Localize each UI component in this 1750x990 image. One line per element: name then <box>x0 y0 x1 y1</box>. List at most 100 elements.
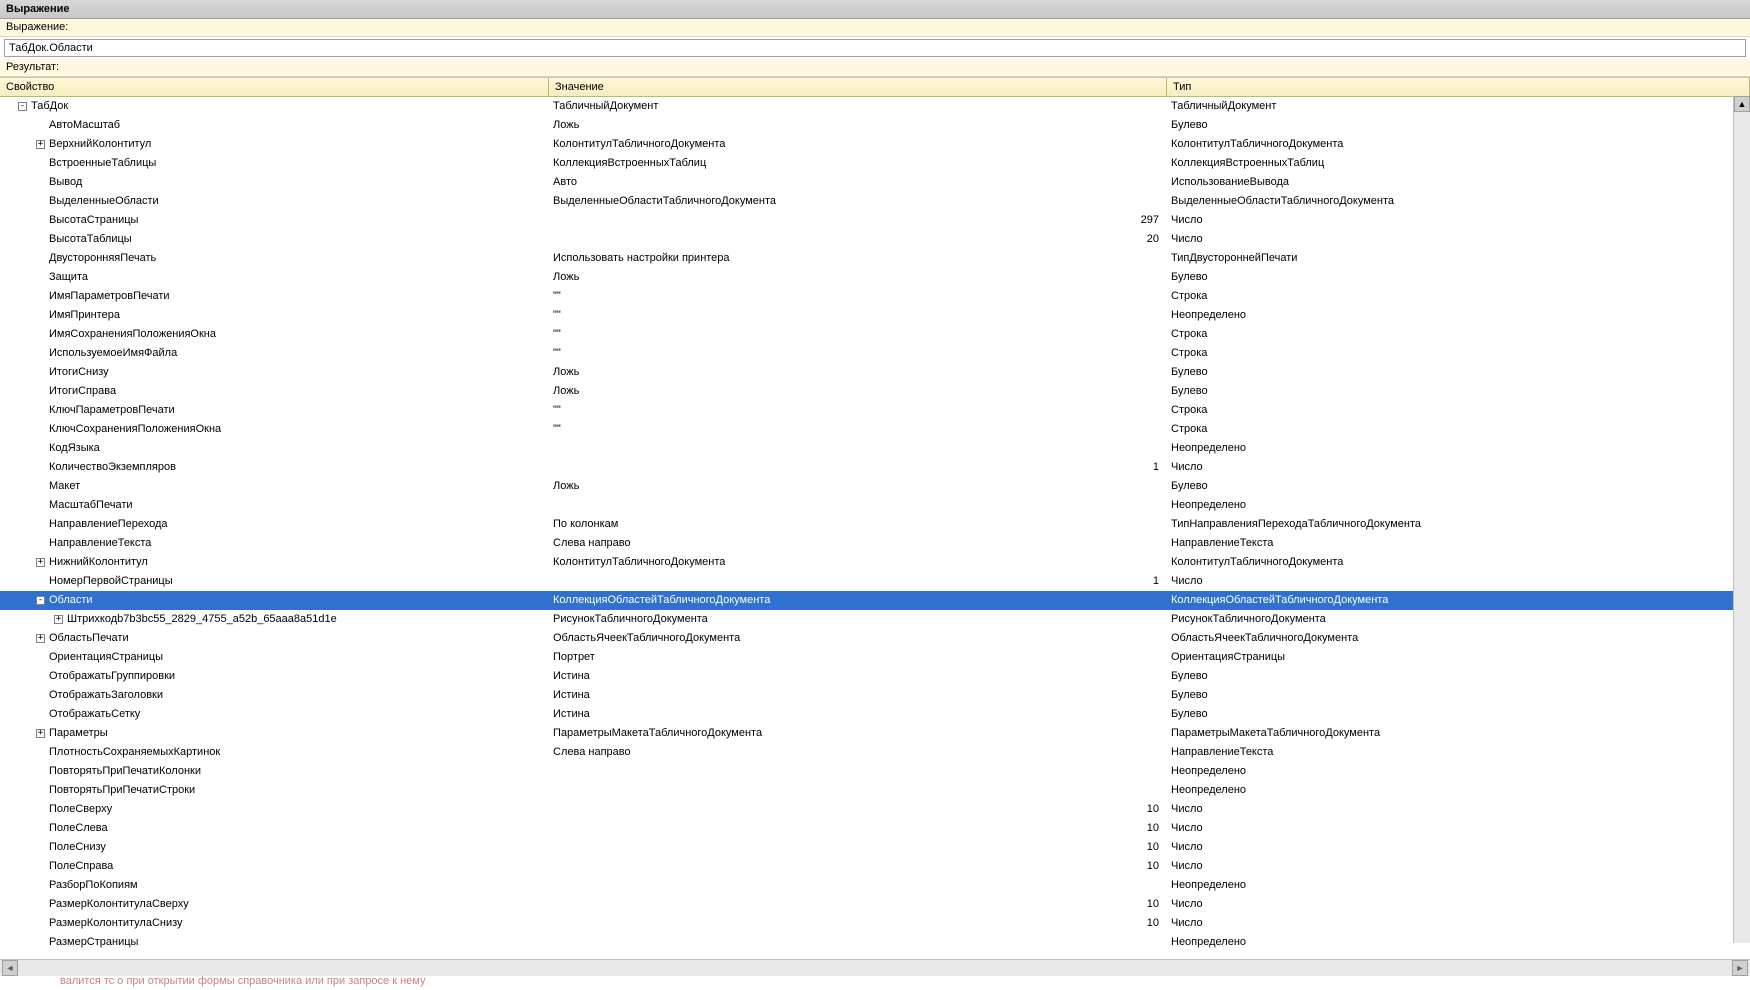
property-type: Число <box>1167 211 1750 230</box>
expand-icon[interactable]: + <box>36 558 45 567</box>
toggle-placeholder <box>36 368 45 377</box>
table-row[interactable]: КоличествоЭкземпляров1Число <box>0 458 1750 477</box>
table-row[interactable]: НомерПервойСтраницы1Число <box>0 572 1750 591</box>
table-row[interactable]: ДвусторонняяПечатьИспользовать настройки… <box>0 249 1750 268</box>
collapse-icon[interactable]: - <box>36 596 45 605</box>
table-row[interactable]: ОриентацияСтраницыПортретОриентацияСтран… <box>0 648 1750 667</box>
grid-body[interactable]: -ТабДокТабличныйДокументТабличныйДокумен… <box>0 97 1750 959</box>
table-row[interactable]: ОтображатьСеткуИстинаБулево <box>0 705 1750 724</box>
expand-icon[interactable]: + <box>36 140 45 149</box>
table-row[interactable]: ВстроенныеТаблицыКоллекцияВстроенныхТабл… <box>0 154 1750 173</box>
toggle-placeholder <box>36 710 45 719</box>
table-row[interactable]: ИтогиСправаЛожьБулево <box>0 382 1750 401</box>
property-name: ПолеСправа <box>49 857 113 876</box>
table-row[interactable]: ПовторятьПриПечатиСтрокиНеопределено <box>0 781 1750 800</box>
property-value: 10 <box>549 800 1167 819</box>
property-value: По колонкам <box>549 515 1167 534</box>
table-row[interactable]: ВысотаСтраницы297Число <box>0 211 1750 230</box>
property-name: ИмяСохраненияПоложенияОкна <box>49 325 216 344</box>
table-row[interactable]: +ПараметрыПараметрыМакетаТабличногоДокум… <box>0 724 1750 743</box>
scroll-up-icon[interactable]: ▲ <box>1734 96 1750 112</box>
table-row[interactable]: РазмерКолонтитулаСверху10Число <box>0 895 1750 914</box>
toggle-placeholder <box>36 159 45 168</box>
table-row[interactable]: КодЯзыкаНеопределено <box>0 439 1750 458</box>
property-type: Неопределено <box>1167 933 1750 952</box>
column-property[interactable]: Свойство <box>0 78 549 96</box>
table-row[interactable]: ПлотностьСохраняемыхКартинокСлева направ… <box>0 743 1750 762</box>
table-row[interactable]: -ТабДокТабличныйДокументТабличныйДокумен… <box>0 97 1750 116</box>
table-row[interactable]: ПолеСнизу10Число <box>0 838 1750 857</box>
table-row[interactable]: +НижнийКолонтитулКолонтитулТабличногоДок… <box>0 553 1750 572</box>
property-value: Слева направо <box>549 534 1167 553</box>
table-row[interactable]: ПолеСверху10Число <box>0 800 1750 819</box>
property-name: МасштабПечати <box>49 496 133 515</box>
property-type: Число <box>1167 857 1750 876</box>
scroll-left-icon[interactable]: ◄ <box>2 960 18 976</box>
property-type: Булево <box>1167 705 1750 724</box>
table-row[interactable]: РазмерКолонтитулаСнизу10Число <box>0 914 1750 933</box>
table-row[interactable]: -ОбластиКоллекцияОбластейТабличногоДокум… <box>0 591 1750 610</box>
table-row[interactable]: ИмяПринтера""Неопределено <box>0 306 1750 325</box>
expand-icon[interactable]: + <box>54 615 63 624</box>
property-name: КлючСохраненияПоложенияОкна <box>49 420 221 439</box>
table-row[interactable]: АвтоМасштабЛожьБулево <box>0 116 1750 135</box>
property-value <box>549 933 1167 952</box>
table-row[interactable]: +Штрихкодb7b3bc55_2829_4755_a52b_65aaa8a… <box>0 610 1750 629</box>
toggle-placeholder <box>36 254 45 263</box>
toggle-placeholder <box>36 235 45 244</box>
expand-icon[interactable]: + <box>36 634 45 643</box>
property-value: "" <box>549 344 1167 363</box>
property-name: ИмяПараметровПечати <box>49 287 170 306</box>
expression-input[interactable] <box>4 39 1746 57</box>
table-row[interactable]: МакетЛожьБулево <box>0 477 1750 496</box>
toggle-placeholder <box>36 197 45 206</box>
table-row[interactable]: ИмяПараметровПечати""Строка <box>0 287 1750 306</box>
table-row[interactable]: КлючСохраненияПоложенияОкна""Строка <box>0 420 1750 439</box>
table-row[interactable]: ВыделенныеОбластиВыделенныеОбластиТаблич… <box>0 192 1750 211</box>
toggle-placeholder <box>36 463 45 472</box>
column-type[interactable]: Тип <box>1167 78 1750 96</box>
table-row[interactable]: ЗащитаЛожьБулево <box>0 268 1750 287</box>
table-row[interactable]: ВысотаТаблицы20Число <box>0 230 1750 249</box>
vertical-scrollbar[interactable]: ▲ <box>1733 96 1750 943</box>
table-row[interactable]: ПолеСправа10Число <box>0 857 1750 876</box>
table-row[interactable]: ИспользуемоеИмяФайла""Строка <box>0 344 1750 363</box>
table-row[interactable]: ПолеСлева10Число <box>0 819 1750 838</box>
property-type: НаправлениеТекста <box>1167 534 1750 553</box>
property-name: ОтображатьЗаголовки <box>49 686 163 705</box>
property-value: Истина <box>549 667 1167 686</box>
collapse-icon[interactable]: - <box>18 102 27 111</box>
table-row[interactable]: НаправлениеТекстаСлева направоНаправлени… <box>0 534 1750 553</box>
toggle-placeholder <box>36 501 45 510</box>
expand-icon[interactable]: + <box>36 729 45 738</box>
horizontal-scrollbar[interactable]: ◄ ► <box>0 959 1750 976</box>
table-row[interactable]: ОтображатьГруппировкиИстинаБулево <box>0 667 1750 686</box>
property-value: КоллекцияВстроенныхТаблиц <box>549 154 1167 173</box>
toggle-placeholder <box>36 786 45 795</box>
property-type: Неопределено <box>1167 781 1750 800</box>
property-type: Неопределено <box>1167 876 1750 895</box>
property-value: ПараметрыМакетаТабличногоДокумента <box>549 724 1167 743</box>
table-row[interactable]: +ОбластьПечатиОбластьЯчеекТабличногоДоку… <box>0 629 1750 648</box>
property-type: Число <box>1167 458 1750 477</box>
property-type: Строка <box>1167 401 1750 420</box>
property-value: 1 <box>549 458 1167 477</box>
table-row[interactable]: ВыводАвтоИспользованиеВывода <box>0 173 1750 192</box>
table-row[interactable]: ОтображатьЗаголовкиИстинаБулево <box>0 686 1750 705</box>
background-text: валится тс о при открытии формы справочн… <box>0 976 1750 990</box>
property-name: ИтогиСнизу <box>49 363 109 382</box>
property-name: ОбластьПечати <box>49 629 129 648</box>
property-name: АвтоМасштаб <box>49 116 120 135</box>
table-row[interactable]: ИмяСохраненияПоложенияОкна""Строка <box>0 325 1750 344</box>
property-type: Строка <box>1167 325 1750 344</box>
table-row[interactable]: ПовторятьПриПечатиКолонкиНеопределено <box>0 762 1750 781</box>
table-row[interactable]: +ВерхнийКолонтитулКолонтитулТабличногоДо… <box>0 135 1750 154</box>
table-row[interactable]: РазмерСтраницыНеопределено <box>0 933 1750 952</box>
column-value[interactable]: Значение <box>549 78 1167 96</box>
table-row[interactable]: ИтогиСнизуЛожьБулево <box>0 363 1750 382</box>
table-row[interactable]: КлючПараметровПечати""Строка <box>0 401 1750 420</box>
table-row[interactable]: РазборПоКопиямНеопределено <box>0 876 1750 895</box>
scroll-right-icon[interactable]: ► <box>1732 960 1748 976</box>
table-row[interactable]: МасштабПечатиНеопределено <box>0 496 1750 515</box>
table-row[interactable]: НаправлениеПереходаПо колонкамТипНаправл… <box>0 515 1750 534</box>
